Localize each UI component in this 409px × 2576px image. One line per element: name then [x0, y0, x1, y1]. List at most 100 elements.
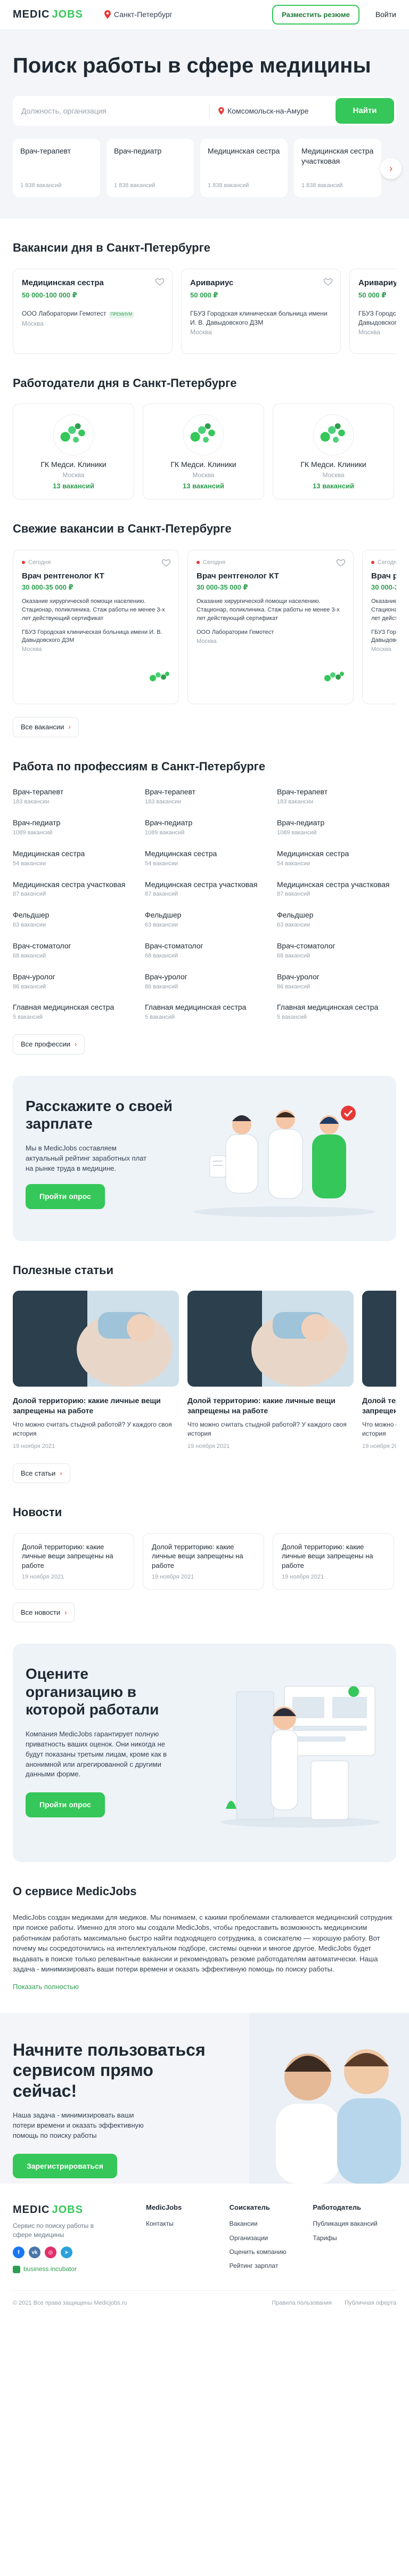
logo[interactable]: MEDIC JOBS	[13, 7, 83, 22]
profession-name: Врач-уролог	[277, 972, 320, 981]
profession-link[interactable]: Врач-терапевт 183 вакансии	[277, 787, 396, 806]
heart-icon[interactable]	[336, 558, 346, 567]
employer-vacancy-count[interactable]: 13 вакансий	[53, 481, 94, 491]
profession-link[interactable]: Главная медицинская сестра 5 вакансий	[277, 1002, 396, 1021]
vacancy-card[interactable]: Сегодня Врач рентгенолог КТ 30 000-35 00…	[13, 550, 179, 705]
offer-link[interactable]: Публичная оферта	[345, 2299, 396, 2307]
profession-link[interactable]: Врач-уролог 86 вакансий	[145, 972, 264, 991]
city-selector[interactable]: Санкт-Петербург	[104, 10, 173, 20]
footer-column-title: Работодатель	[313, 2203, 362, 2211]
find-button[interactable]: Найти	[336, 98, 394, 124]
vacancy-date: Сегодня	[203, 559, 226, 566]
search-input[interactable]: Должность, организация	[21, 106, 201, 116]
quick-category-card[interactable]: Медицинская сестра 1 838 вакансий	[200, 139, 288, 197]
news-title: Долой территорию: какие личные вещи запр…	[152, 1542, 243, 1569]
vacancy-card[interactable]: Сегодня Врач рентгенолог КТ 30 000-35 00…	[187, 550, 354, 705]
all-articles-button[interactable]: Все статьи ›	[13, 1463, 70, 1484]
footer-link[interactable]: Организации	[230, 2234, 313, 2242]
profession-link[interactable]: Главная медицинская сестра 5 вакансий	[13, 1002, 132, 1021]
post-resume-button[interactable]: Разместить резюме	[272, 4, 359, 25]
profession-link[interactable]: Врач-стоматолог 68 вакансий	[13, 941, 132, 960]
employer-vacancy-count[interactable]: 13 вакансий	[183, 481, 224, 491]
article-card[interactable]: Долой территорию: какие личные вещи запр…	[13, 1291, 179, 1450]
show-more-link[interactable]: Показать полностью	[13, 1982, 79, 1992]
vacancy-pay: 30 000-35 000 ₽	[197, 583, 248, 592]
heart-icon[interactable]	[323, 277, 333, 286]
heart-icon[interactable]	[161, 558, 171, 567]
employer-card[interactable]: ГК Медси. Клиники Москва 13 вакансий	[273, 404, 394, 500]
telegram-icon[interactable]: ➤	[61, 2247, 72, 2259]
footer-column: MedicJobs Контакты	[146, 2203, 230, 2275]
quick-category-card[interactable]: Врач-педиатр 1 838 вакансий	[107, 139, 194, 197]
profession-link[interactable]: Главная медицинская сестра 5 вакансий	[145, 1002, 264, 1021]
quick-category-card[interactable]: Медицинская сестра участковая 1 838 вака…	[294, 139, 381, 197]
all-vacancies-button[interactable]: Все вакансии ›	[13, 717, 79, 737]
chevron-right-icon: ›	[60, 1469, 62, 1477]
take-survey-button[interactable]: Пройти опрос	[26, 1184, 105, 1210]
profession-link[interactable]: Фельдшер 63 вакансии	[145, 910, 264, 929]
employer-vacancy-count[interactable]: 13 вакансий	[313, 481, 354, 491]
employer-card[interactable]: ГК Медси. Клиники Москва 13 вакансий	[13, 404, 134, 500]
take-survey-button[interactable]: Пройти опрос	[26, 1792, 105, 1818]
article-subtitle: Что можно считать стыдной работой? У каж…	[362, 1421, 396, 1437]
vacancy-card[interactable]: Аривариус 50 000 ₽ ГБУЗ Городская клинич…	[181, 268, 341, 354]
vacancy-title: Врач рентгенолог	[371, 571, 396, 581]
news-card[interactable]: Долой территорию: какие личные вещи запр…	[143, 1533, 264, 1590]
vacancy-card[interactable]: Медицинская сестра 50 000-100 000 ₽ ООО …	[13, 268, 173, 354]
profession-link[interactable]: Врач-уролог 86 вакансий	[277, 972, 396, 991]
footer-link[interactable]: Вакансии	[230, 2219, 313, 2228]
professions: Работа по профессиям в Санкт-Петербурге …	[0, 737, 409, 1054]
profession-link[interactable]: Медицинская сестра участковая 87 вакансий	[277, 880, 396, 899]
profession-link[interactable]: Медицинская сестра участковая 87 вакансий	[145, 880, 264, 899]
vacancy-pay: 50 000 ₽	[190, 291, 218, 299]
profession-count: 54 вакансии	[145, 860, 178, 867]
footer-link[interactable]: Оценить компанию	[230, 2248, 313, 2256]
city-name: Санкт-Петербург	[113, 10, 173, 19]
profession-link[interactable]: Врач-педиатр 1089 вакансий	[277, 818, 396, 837]
footer-link[interactable]: Контакты	[146, 2219, 230, 2228]
profession-link[interactable]: Врач-уролог 86 вакансий	[13, 972, 132, 991]
news-card[interactable]: Долой территорию: какие личные вещи запр…	[273, 1533, 394, 1590]
vacancy-card[interactable]: Сегодня Врач рентгенолог 30 000-35 000 ₽…	[362, 550, 396, 705]
footer-link[interactable]: Рейтинг зарплат	[230, 2261, 313, 2270]
profession-count: 87 вакансий	[13, 891, 46, 898]
employer-mini-logo-icon	[324, 672, 344, 682]
chevron-right-icon: ›	[389, 163, 392, 174]
profession-link[interactable]: Фельдшер 63 вакансии	[277, 910, 396, 929]
location-input[interactable]: Комсомольск-на-Амуре	[218, 106, 336, 116]
next-arrow-button[interactable]: ›	[380, 158, 402, 179]
register-button[interactable]: Зарегистрироваться	[13, 2153, 117, 2179]
employer-card[interactable]: ГК Медси. Клиники Москва 13 вакансий	[143, 404, 264, 500]
all-news-button[interactable]: Все новости ›	[13, 1602, 75, 1623]
footer-link[interactable]: Тарифы	[313, 2234, 396, 2242]
all-professions-button[interactable]: Все профессии ›	[13, 1034, 85, 1054]
profession-link[interactable]: Медицинская сестра 54 вакансии	[145, 849, 264, 868]
profession-link[interactable]: Медицинская сестра 54 вакансии	[277, 849, 396, 868]
login-link[interactable]: Войти	[375, 10, 396, 20]
profession-name: Врач-терапевт	[277, 787, 328, 796]
rules-link[interactable]: Правила пользования	[272, 2299, 332, 2307]
quick-category-card[interactable]: Врач-терапевт 1 838 вакансий	[13, 139, 100, 197]
profession-link[interactable]: Врач-педиатр 1089 вакансий	[13, 818, 132, 837]
profession-link[interactable]: Фельдшер 63 вакансии	[13, 910, 132, 929]
profession-link[interactable]: Медицинская сестра 54 вакансии	[13, 849, 132, 868]
vacancy-card[interactable]: Аривариус 50 000 ₽ ГБУЗ Городская клин. …	[349, 268, 396, 354]
profession-link[interactable]: Врач-терапевт 183 вакансии	[13, 787, 132, 806]
profession-link[interactable]: Врач-терапевт 183 вакансии	[145, 787, 264, 806]
vk-icon[interactable]: vk	[29, 2247, 40, 2259]
logo-text-right: JOBS	[52, 9, 83, 20]
footer-logo[interactable]: MEDIC JOBS	[13, 2203, 146, 2217]
footer-link[interactable]: Публикация вакансий	[313, 2219, 396, 2228]
business-incubator-badge[interactable]: business incubator	[13, 2265, 146, 2273]
facebook-icon[interactable]: f	[13, 2247, 24, 2259]
news-card[interactable]: Долой территорию: какие личные вещи запр…	[13, 1533, 134, 1590]
profession-link[interactable]: Медицинская сестра участковая 87 вакансий	[13, 880, 132, 899]
instagram-icon[interactable]: ◎	[45, 2247, 56, 2259]
profession-link[interactable]: Врач-педиатр 1089 вакансий	[145, 818, 264, 837]
profession-link[interactable]: Врач-стоматолог 68 вакансий	[145, 941, 264, 960]
article-card[interactable]: Долой территорию: какие личные вещи запр…	[187, 1291, 354, 1450]
article-card[interactable]: Долой территорию: какие личные вещи запр…	[362, 1291, 396, 1450]
profession-link[interactable]: Врач-стоматолог 68 вакансий	[277, 941, 396, 960]
vacancy-org: ГБУЗ Городская клин. больница имени И. В…	[358, 310, 396, 326]
heart-icon[interactable]	[155, 277, 165, 286]
